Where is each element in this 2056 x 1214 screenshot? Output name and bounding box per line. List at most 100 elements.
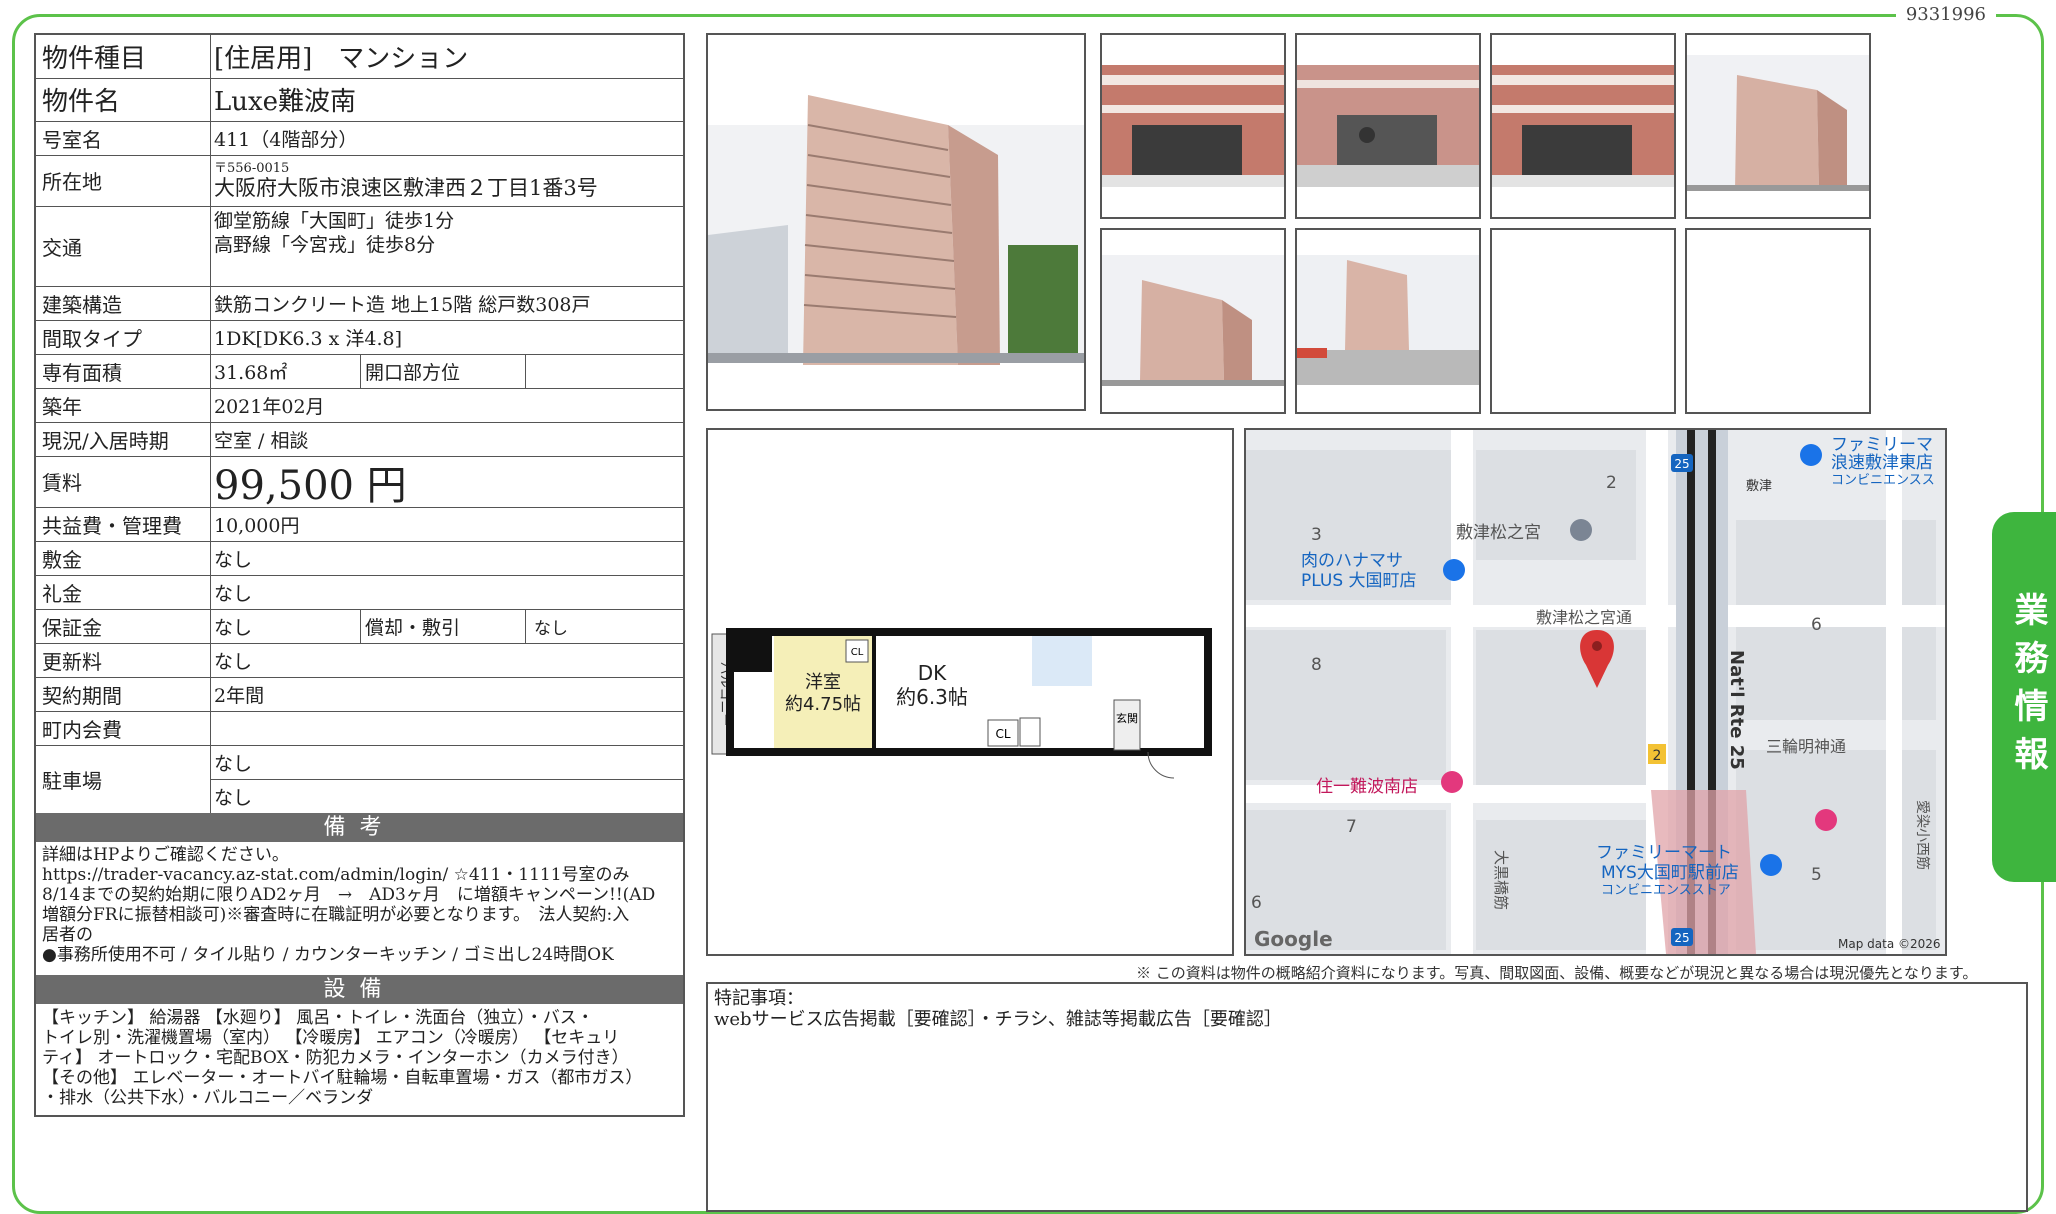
- equipment-line: ・排水（公共下水）・バルコニー／ベランダ: [42, 1088, 374, 1108]
- label-community-fee: 町内会費: [36, 711, 211, 745]
- map-label-familymart-2c: コンビニエンスストア: [1601, 883, 1731, 898]
- side-tab-business-info[interactable]: 業務情報: [1992, 512, 2056, 882]
- map-label-street-3: 大黒橋筋: [1492, 850, 1510, 910]
- label-room: 号室名: [36, 121, 211, 155]
- row-fee: 共益費・管理費 10,000円: [36, 507, 683, 542]
- map-label-familymart-1a: ファミリーマ: [1831, 435, 1933, 455]
- access-line-2: 高野線「今宮戎」徒歩8分: [214, 234, 436, 256]
- thumbnail-entrance-2[interactable]: [1295, 33, 1481, 219]
- thumbnail-entrance-3[interactable]: [1490, 33, 1676, 219]
- label-opening-direction: 開口部方位: [360, 354, 526, 388]
- value-room: 411（4階部分）: [214, 128, 358, 151]
- thumbnail-empty-2: [1685, 228, 1871, 414]
- postal-code: 〒556-0015: [214, 161, 290, 176]
- label-renewal: 更新料: [36, 643, 211, 677]
- map-label-shikitsu: 敷津: [1746, 479, 1772, 494]
- map-label-shrine: 敷津松之宮: [1456, 523, 1541, 543]
- value-contract: 2年間: [214, 684, 265, 707]
- thumbnail-building-2[interactable]: [1100, 228, 1286, 414]
- label-key-money: 礼金: [36, 575, 211, 609]
- closet-label-small: CL: [851, 647, 864, 658]
- label-layout: 間取タイプ: [36, 320, 211, 354]
- map-label-street-4: 愛染小西筋: [1914, 800, 1931, 870]
- row-guarantee: 保証金 なし 償却・敷引 なし: [36, 609, 683, 644]
- row-community-fee: 町内会費: [36, 711, 683, 746]
- remarks-header: 備考: [36, 813, 683, 842]
- equipment-header: 設備: [36, 975, 683, 1004]
- document-id: 9331996: [1895, 4, 1996, 25]
- label-built: 築年: [36, 388, 211, 422]
- location-map[interactable]: ファミリーマ 浪速敷津東店 コンビニエンスス 肉のハナマサ PLUS 大国町店 …: [1244, 428, 1947, 956]
- label-amortization: 償却・敷引: [360, 609, 526, 643]
- address-text: 大阪府大阪市浪速区敷津西２丁目1番3号: [214, 176, 598, 200]
- map-number: 5: [1811, 865, 1822, 885]
- remarks-line: https://trader-vacancy.az-stat.com/admin…: [42, 865, 630, 885]
- value-access: 御堂筋線「大国町」徒歩1分 高野線「今宮戎」徒歩8分: [210, 206, 683, 286]
- value-property-name: Luxe難波南: [214, 87, 357, 117]
- row-structure: 建築構造 鉄筋コンクリート造 地上15階 総戸数308戸: [36, 286, 683, 321]
- thumbnail-empty-1: [1490, 228, 1676, 414]
- map-label-route: Nat'l Rte 25: [1726, 650, 1747, 770]
- row-area: 専有面積 31.68㎡ 開口部方位: [36, 354, 683, 389]
- value-parking-2: なし: [214, 787, 253, 809]
- thumbnail-building-1[interactable]: [1685, 33, 1871, 219]
- equipment-line: トイレ別・洗濯機置場（室内） 【冷暖房】 エアコン（冷暖房） 【セキュリ: [42, 1028, 620, 1048]
- map-label-familymart-1c: コンビニエンスス: [1831, 473, 1935, 488]
- map-number: 6: [1251, 893, 1262, 913]
- value-address: 〒556-0015 大阪府大阪市浪速区敷津西２丁目1番3号: [210, 155, 683, 206]
- special-notes-box: 特記事項： webサービス広告掲載［要確認］・チラシ、雑誌等掲載広告［要確認］: [706, 982, 2028, 1212]
- remarks-text: 詳細はHPよりご確認ください。 https://trader-vacancy.a…: [42, 845, 675, 965]
- value-structure: 鉄筋コンクリート造 地上15階 総戸数308戸: [214, 293, 591, 316]
- value-built: 2021年02月: [214, 395, 325, 418]
- thumbnail-entrance-1[interactable]: [1100, 33, 1286, 219]
- row-property-type: 物件種目 [住居用] マンション: [36, 35, 683, 79]
- map-number: 2: [1606, 473, 1617, 493]
- dk-size: 約6.3帖: [896, 685, 968, 709]
- main-building-photo[interactable]: [706, 33, 1086, 411]
- western-room-size: 約4.75帖: [785, 694, 861, 715]
- row-renewal: 更新料 なし: [36, 643, 683, 678]
- equipment-text: 【キッチン】 給湯器 【水廻り】 風呂・トイレ・洗面台（独立）・バス・ トイレ別…: [42, 1008, 675, 1108]
- map-label-familymart-1b: 浪速敷津東店: [1831, 453, 1933, 473]
- value-guarantee: なし: [214, 616, 253, 639]
- value-community-fee: [210, 711, 683, 745]
- disclaimer-note: ※ この資料は物件の概略紹介資料になります。写真、間取図面、設備、概要などが現況…: [1136, 964, 1978, 982]
- value-deposit: なし: [214, 548, 253, 571]
- remarks-line: ●事務所使用不可 / タイル貼り / カウンターキッチン / ゴミ出し24時間O…: [42, 945, 614, 965]
- label-rent: 賃料: [36, 456, 211, 507]
- row-key-money: 礼金 なし: [36, 575, 683, 610]
- access-line-1: 御堂筋線「大国町」徒歩1分: [214, 210, 455, 232]
- label-structure: 建築構造: [36, 286, 211, 320]
- equipment-line: 【その他】 エレベーター・オートバイ駐輪場・自転車置場・ガス（都市ガス）: [42, 1068, 643, 1088]
- row-built: 築年 2021年02月: [36, 388, 683, 423]
- label-address: 所在地: [36, 155, 211, 206]
- row-contract: 契約期間 2年間: [36, 677, 683, 712]
- thumbnail-street-view[interactable]: [1295, 228, 1481, 414]
- row-access: 交通 御堂筋線「大国町」徒歩1分 高野線「今宮戎」徒歩8分: [36, 206, 683, 287]
- value-area: 31.68㎡: [214, 361, 288, 384]
- dk-label: DK: [918, 661, 947, 685]
- map-number: 3: [1311, 525, 1322, 545]
- row-layout: 間取タイプ 1DK[DK6.3 x 洋4.8]: [36, 320, 683, 355]
- special-notes-text: webサービス広告掲載［要確認］・チラシ、雑誌等掲載広告［要確認］: [714, 1009, 1282, 1030]
- row-parking: 駐車場 なし なし: [36, 745, 683, 814]
- closet-label: CL: [995, 727, 1010, 741]
- map-label-familymart-2a: ファミリーマート: [1596, 843, 1732, 863]
- remarks-line: 詳細はHPよりご確認ください。: [42, 845, 289, 865]
- special-notes-title: 特記事項：: [714, 988, 804, 1009]
- map-label-street-1: 敷津松之宮通: [1536, 608, 1632, 627]
- map-number: 8: [1311, 655, 1322, 675]
- value-fee: 10,000円: [214, 514, 300, 537]
- label-parking: 駐車場: [36, 745, 211, 813]
- row-deposit: 敷金 なし: [36, 541, 683, 576]
- map-number: 7: [1346, 817, 1357, 837]
- label-status: 現況/入居時期: [36, 422, 211, 456]
- map-attribution: Map data ©2026: [1838, 937, 1941, 951]
- label-property-type: 物件種目: [36, 35, 211, 78]
- equipment-line: ティ】 オートロック・宅配BOX・防犯カメラ・インターホン（カメラ付き）: [42, 1048, 629, 1068]
- map-label-meat-b: PLUS 大国町店: [1301, 571, 1417, 591]
- remarks-line: 居者の: [42, 925, 93, 945]
- value-amortization: なし: [534, 618, 568, 639]
- floor-plan[interactable]: バルコニー CL 洋室 約4.75帖 DK 約6.3帖 CL 玄関: [706, 428, 1234, 956]
- value-rent: 99,500 円: [214, 462, 407, 509]
